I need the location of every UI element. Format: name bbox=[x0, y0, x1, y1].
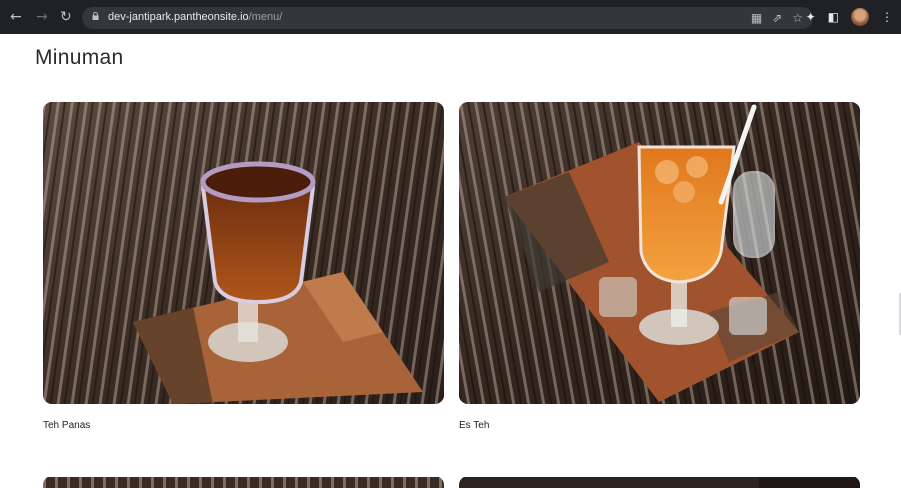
share-icon[interactable]: ⇗ bbox=[772, 10, 782, 26]
menu-item-image-teh-panas[interactable] bbox=[43, 102, 444, 404]
kebab-menu-icon[interactable]: ⋮ bbox=[881, 8, 893, 26]
extensions-puzzle-icon[interactable]: ✦ bbox=[806, 8, 816, 26]
reload-icon[interactable]: ↻ bbox=[60, 9, 72, 25]
bookmark-star-icon[interactable]: ☆ bbox=[792, 10, 803, 26]
translate-icon[interactable]: ▦ bbox=[751, 10, 762, 26]
menu-item-name[interactable]: Teh Panas bbox=[43, 420, 90, 431]
url-domain: dev-jantipark.pantheonsite.io bbox=[108, 11, 249, 23]
menu-item-name[interactable]: Es Teh bbox=[459, 420, 489, 431]
side-panel-icon[interactable]: ◧ bbox=[828, 8, 839, 26]
url-path: /menu/ bbox=[248, 11, 283, 23]
back-icon[interactable]: ← bbox=[10, 9, 22, 25]
address-bar[interactable]: dev-jantipark.pantheonsite.io/menu/ ▦ ⇗ … bbox=[82, 7, 813, 29]
profile-avatar[interactable] bbox=[851, 8, 869, 26]
drink-photo bbox=[459, 477, 860, 488]
browser-toolbar: ← → ↻ dev-jantipark.pantheonsite.io/menu… bbox=[0, 0, 901, 34]
hot-tea-photo bbox=[43, 102, 444, 404]
lock-icon bbox=[92, 12, 99, 20]
menu-item-image[interactable] bbox=[459, 476, 860, 488]
url-text[interactable]: dev-jantipark.pantheonsite.io/menu/ bbox=[108, 11, 282, 23]
menu-item-image[interactable] bbox=[43, 476, 444, 488]
page-title: Minuman bbox=[35, 46, 124, 69]
drink-photo bbox=[43, 477, 444, 488]
forward-icon[interactable]: → bbox=[36, 9, 48, 25]
iced-tea-photo bbox=[459, 102, 860, 404]
menu-item-image-es-teh[interactable] bbox=[459, 102, 860, 404]
